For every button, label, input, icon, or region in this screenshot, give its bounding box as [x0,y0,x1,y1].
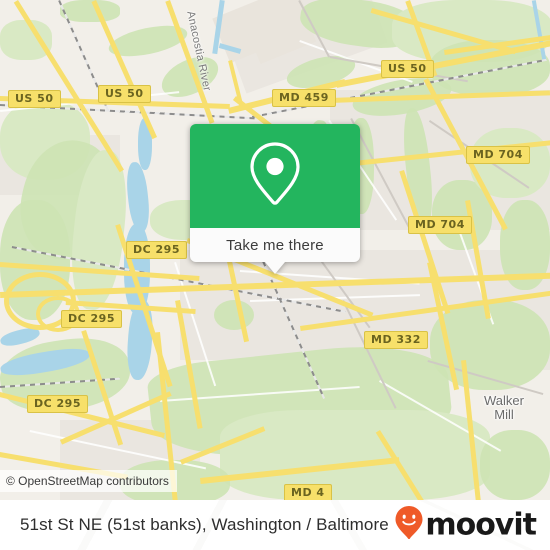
footer-bar: 51st St NE (51st banks), Washington / Ba… [0,500,550,550]
callout-action-panel[interactable]: Take me there [190,228,360,262]
highway-shield-dc-295-b[interactable]: DC 295 [61,310,122,328]
highway-shield-md-4[interactable]: MD 4 [284,484,332,500]
callout-tail [265,262,285,274]
location-title: 51st St NE (51st banks), Washington / Ba… [20,515,389,534]
moovit-wordmark: moovit [425,507,537,542]
screenshot-root: Anacostia River Walker Mill US 50 US 50 … [0,0,550,550]
place-label-walker-mill: Walker Mill [484,393,524,422]
highway-shield-us-50-b[interactable]: US 50 [98,85,151,103]
highway-shield-us-50-a[interactable]: US 50 [8,90,61,108]
highway-shield-dc-295-c[interactable]: DC 295 [27,395,88,413]
highway-shield-dc-295-a[interactable]: DC 295 [126,241,187,259]
map-canvas[interactable]: Anacostia River Walker Mill US 50 US 50 … [0,0,550,500]
osm-attribution[interactable]: © OpenStreetMap contributors [0,470,177,492]
location-callout[interactable]: Take me there [190,124,360,274]
highway-shield-md-704-a[interactable]: MD 704 [466,146,530,164]
highway-shield-us-50-c[interactable]: US 50 [381,60,434,78]
callout-pin-panel [190,124,360,228]
take-me-there-label: Take me there [226,236,324,254]
map-pin-icon [247,140,303,213]
highway-shield-md-704-b[interactable]: MD 704 [408,216,472,234]
highway-shield-md-459[interactable]: MD 459 [272,89,336,107]
moovit-smiley-pin-icon [395,506,423,545]
moovit-logo[interactable]: moovit [395,506,537,545]
highway-shield-md-332[interactable]: MD 332 [364,331,428,349]
water-label-anacostia-river: Anacostia River [184,10,213,93]
